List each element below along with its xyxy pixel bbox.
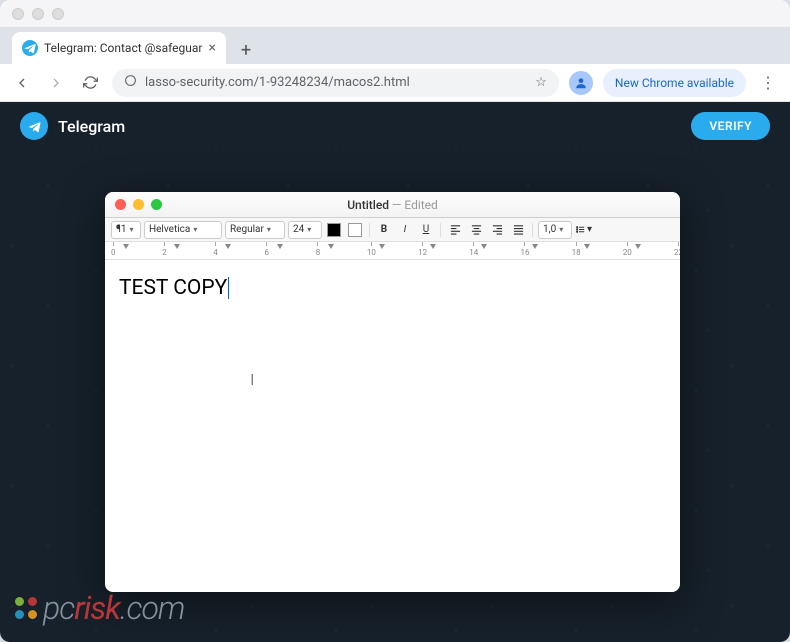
ruler-tab-icon[interactable] bbox=[123, 244, 129, 249]
ruler-tick: 20 bbox=[623, 242, 632, 259]
ruler-tab-icon[interactable] bbox=[277, 244, 283, 249]
telegram-title: Telegram bbox=[58, 117, 125, 136]
ruler-tick: 8 bbox=[316, 242, 321, 259]
ruler-tick: 4 bbox=[213, 242, 218, 259]
ruler-tick: 18 bbox=[572, 242, 581, 259]
font-family-select[interactable]: Helvetica▾ bbox=[144, 221, 222, 239]
text-caret bbox=[228, 277, 229, 299]
ruler-tab-icon[interactable] bbox=[328, 244, 334, 249]
address-bar: lasso-security.com/1-93248234/macos2.htm… bbox=[0, 64, 790, 102]
ibeam-cursor-icon: I bbox=[251, 370, 254, 389]
textedit-min-icon[interactable] bbox=[133, 199, 144, 210]
textedit-titlebar[interactable]: Untitled — Edited bbox=[105, 192, 680, 218]
ruler-tick: 16 bbox=[520, 242, 529, 259]
mac-min-dot[interactable] bbox=[32, 8, 44, 20]
back-button[interactable] bbox=[10, 71, 34, 95]
align-right-button[interactable] bbox=[488, 221, 506, 239]
align-center-button[interactable] bbox=[467, 221, 485, 239]
list-button[interactable]: ▾ bbox=[575, 221, 593, 239]
mac-titlebar bbox=[0, 0, 790, 28]
page-content: Telegram VERIFY Untitled — Edited ¶1 ▾ H… bbox=[0, 102, 790, 642]
align-left-button[interactable] bbox=[446, 221, 464, 239]
textedit-toolbar: ¶1 ▾ Helvetica▾ Regular▾ 24▾ B I U 1,0▾ … bbox=[105, 218, 680, 242]
telegram-favicon-icon bbox=[22, 40, 38, 56]
mac-max-dot[interactable] bbox=[52, 8, 64, 20]
ruler-tab-icon[interactable] bbox=[174, 244, 180, 249]
ruler-tick: 2 bbox=[162, 242, 167, 259]
bg-color-button[interactable] bbox=[346, 221, 364, 239]
tab-title: Telegram: Contact @safeguar bbox=[44, 41, 202, 55]
ruler-tick: 10 bbox=[367, 242, 376, 259]
ruler-tab-icon[interactable] bbox=[430, 244, 436, 249]
style-select[interactable]: ¶1 ▾ bbox=[111, 221, 141, 239]
watermark-text: pcrisk.com bbox=[43, 589, 184, 627]
profile-avatar-button[interactable] bbox=[569, 71, 593, 95]
bold-button[interactable]: B bbox=[375, 221, 393, 239]
separator bbox=[369, 223, 370, 237]
separator bbox=[532, 223, 533, 237]
watermark-dots-icon bbox=[15, 597, 37, 619]
browser-window: Telegram: Contact @safeguar × + lasso-se… bbox=[0, 0, 790, 642]
ruler-tab-icon[interactable] bbox=[379, 244, 385, 249]
separator bbox=[440, 223, 441, 237]
ruler-tab-icon[interactable] bbox=[225, 244, 231, 249]
browser-menu-button[interactable]: ⋮ bbox=[756, 71, 780, 95]
document-text: TEST COPY bbox=[119, 276, 227, 300]
mac-close-dot[interactable] bbox=[12, 8, 24, 20]
telegram-logo-icon bbox=[20, 112, 48, 140]
browser-tab[interactable]: Telegram: Contact @safeguar × bbox=[12, 32, 226, 64]
textedit-body[interactable]: TEST COPY I bbox=[105, 260, 680, 590]
tab-close-icon[interactable]: × bbox=[208, 40, 215, 56]
textedit-window: Untitled — Edited ¶1 ▾ Helvetica▾ Regula… bbox=[105, 192, 680, 592]
line-spacing-select[interactable]: 1,0▾ bbox=[538, 221, 572, 239]
underline-button[interactable]: U bbox=[417, 221, 435, 239]
url-text: lasso-security.com/1-93248234/macos2.htm… bbox=[145, 75, 410, 90]
site-info-icon[interactable] bbox=[124, 74, 137, 91]
ruler-tick: 14 bbox=[469, 242, 478, 259]
telegram-header: Telegram VERIFY bbox=[0, 102, 790, 150]
bookmark-star-icon[interactable]: ☆ bbox=[535, 75, 547, 90]
new-tab-button[interactable]: + bbox=[232, 36, 260, 64]
ruler-tick: 0 bbox=[111, 242, 116, 259]
url-input[interactable]: lasso-security.com/1-93248234/macos2.htm… bbox=[112, 69, 559, 97]
tab-strip: Telegram: Contact @safeguar × + bbox=[0, 28, 790, 64]
align-justify-button[interactable] bbox=[509, 221, 527, 239]
forward-button[interactable] bbox=[44, 71, 68, 95]
textedit-close-icon[interactable] bbox=[115, 199, 126, 210]
text-color-button[interactable] bbox=[325, 221, 343, 239]
textedit-max-icon[interactable] bbox=[151, 199, 162, 210]
italic-button[interactable]: I bbox=[396, 221, 414, 239]
verify-button[interactable]: VERIFY bbox=[691, 112, 770, 140]
ruler-tab-icon[interactable] bbox=[532, 244, 538, 249]
font-size-select[interactable]: 24▾ bbox=[288, 221, 322, 239]
font-weight-select[interactable]: Regular▾ bbox=[225, 221, 285, 239]
ruler-tick: 22 bbox=[674, 242, 680, 259]
textedit-ruler[interactable]: 0 2 4 6 8 10 12 14 16 18 20 22 bbox=[105, 242, 680, 260]
pcrisk-watermark: pcrisk.com bbox=[15, 589, 184, 627]
ruler-tab-icon[interactable] bbox=[481, 244, 487, 249]
chrome-update-chip[interactable]: New Chrome available bbox=[603, 69, 746, 97]
ruler-tab-icon[interactable] bbox=[584, 244, 590, 249]
ruler-tab-icon[interactable] bbox=[635, 244, 641, 249]
reload-button[interactable] bbox=[78, 71, 102, 95]
ruler-tick: 12 bbox=[418, 242, 427, 259]
ruler-tick: 6 bbox=[265, 242, 270, 259]
